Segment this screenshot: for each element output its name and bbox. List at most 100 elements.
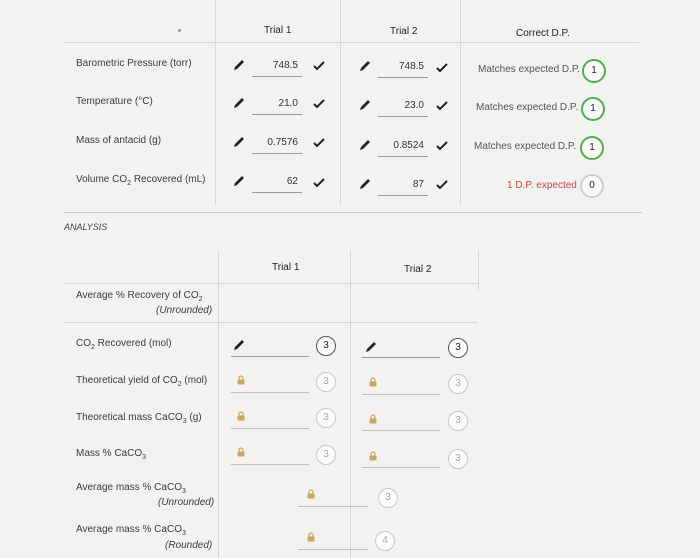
pencil-icon[interactable]: [232, 96, 246, 110]
score-badge: 3: [378, 488, 398, 508]
feedback-text: Matches expected D.P.: [478, 64, 581, 75]
input-underline: [362, 394, 440, 395]
feedback-text: 1 D.P. expected: [507, 180, 577, 191]
pencil-icon[interactable]: [232, 174, 246, 188]
trial1-value[interactable]: 0.7576: [248, 137, 298, 148]
divider: [64, 322, 478, 323]
score-badge: 1: [581, 97, 605, 121]
lock-icon: [237, 411, 245, 421]
divider: [64, 212, 642, 213]
score-badge: 3: [316, 372, 336, 392]
divider: [215, 0, 216, 205]
input-underline: [378, 116, 428, 117]
check-icon: [313, 178, 325, 188]
pencil-icon[interactable]: [358, 98, 372, 112]
score-badge: 3: [448, 338, 468, 358]
divider: [460, 0, 461, 205]
trial1-value[interactable]: 62: [248, 176, 298, 187]
section-title-analysis: ANALYSIS: [64, 222, 108, 232]
score-badge: 1: [582, 59, 606, 83]
divider: [64, 283, 478, 284]
pencil-icon[interactable]: [232, 135, 246, 149]
lock-icon: [307, 532, 315, 542]
trial2-value[interactable]: 748.5: [374, 61, 424, 72]
divider: [64, 42, 639, 43]
trial2-value[interactable]: 23.0: [374, 100, 424, 111]
row-label-avg-mass-unrounded: Average mass % CaCO3: [76, 482, 186, 495]
feedback-text: Matches expected D.P.: [476, 102, 579, 113]
divider: [218, 250, 219, 558]
pencil-icon[interactable]: [232, 58, 246, 72]
col-header-correct-dp: Correct D.P.: [516, 28, 570, 39]
unrounded-note: (Unrounded): [158, 497, 215, 508]
score-badge: 3: [316, 336, 336, 356]
trial2-value[interactable]: 0.8524: [374, 140, 424, 151]
pencil-icon[interactable]: [358, 138, 372, 152]
row-label-theoretical-yield: Theoretical yield of CO2 (mol): [76, 375, 208, 388]
pencil-icon[interactable]: [358, 177, 372, 191]
input-underline: [252, 153, 302, 154]
check-icon: [313, 61, 325, 71]
input-underline: [378, 195, 428, 196]
lock-icon: [237, 375, 245, 385]
trial1-value[interactable]: 21.0: [248, 98, 298, 109]
divider: [340, 0, 341, 205]
check-icon: [436, 63, 448, 73]
input-underline: [252, 76, 302, 77]
row-label-co2-recovered: CO2 Recovered (mol): [76, 338, 172, 351]
score-badge: 0: [580, 174, 604, 198]
input-underline: [231, 392, 309, 393]
input-underline: [378, 156, 428, 157]
input-underline: [378, 77, 428, 78]
check-icon: [313, 99, 325, 109]
col-header-trial2: Trial 2: [390, 26, 418, 37]
pencil-icon[interactable]: [232, 338, 246, 352]
score-badge: 3: [448, 374, 468, 394]
rounded-note: (Rounded): [165, 540, 213, 551]
pencil-icon[interactable]: [358, 59, 372, 73]
row-label-mass-antacid: Mass of antacid (g): [76, 135, 162, 146]
input-underline: [298, 549, 368, 550]
lock-icon: [369, 377, 377, 387]
score-badge: 3: [316, 445, 336, 465]
pencil-icon[interactable]: [364, 340, 378, 354]
row-label-volume-co2: Volume CO2 Recovered (mL): [76, 174, 206, 187]
input-underline: [231, 464, 309, 465]
input-underline: [252, 192, 302, 193]
lock-icon: [369, 414, 377, 424]
score-badge: 3: [316, 408, 336, 428]
input-underline[interactable]: [362, 357, 440, 358]
unrounded-note: (Unrounded): [156, 305, 213, 316]
score-badge: 3: [448, 411, 468, 431]
input-underline: [362, 467, 440, 468]
row-label-temperature: Temperature (°C): [76, 96, 153, 107]
input-underline: [231, 428, 309, 429]
divider: [350, 250, 351, 558]
input-underline[interactable]: [231, 356, 309, 357]
check-icon: [436, 141, 448, 151]
lock-icon: [307, 489, 315, 499]
check-icon: [436, 101, 448, 111]
col-header-trial1: Trial 1: [264, 25, 292, 36]
input-underline: [252, 114, 302, 115]
col-header-trial2: Trial 2: [404, 264, 432, 275]
col-header-trial1: Trial 1: [272, 262, 300, 273]
row-label-avg-recovery: Average % Recovery of CO2: [76, 290, 203, 303]
row-label-pressure: Barometric Pressure (torr): [76, 58, 192, 69]
lock-icon: [237, 447, 245, 457]
divider: [478, 250, 479, 290]
row-label-theoretical-mass: Theoretical mass CaCO3 (g): [76, 412, 202, 425]
trial1-value[interactable]: 748.5: [248, 60, 298, 71]
row-label-avg-mass-rounded: Average mass % CaCO3: [76, 524, 186, 537]
dot: [178, 29, 181, 32]
trial2-value[interactable]: 87: [374, 179, 424, 190]
input-underline: [298, 506, 368, 507]
check-icon: [436, 180, 448, 190]
score-badge: 1: [580, 136, 604, 160]
score-badge: 3: [448, 449, 468, 469]
check-icon: [313, 138, 325, 148]
score-badge: 4: [375, 531, 395, 551]
row-label-mass-percent: Mass % CaCO3: [76, 448, 147, 461]
input-underline: [362, 430, 440, 431]
feedback-text: Matches expected D.P.: [474, 141, 577, 152]
